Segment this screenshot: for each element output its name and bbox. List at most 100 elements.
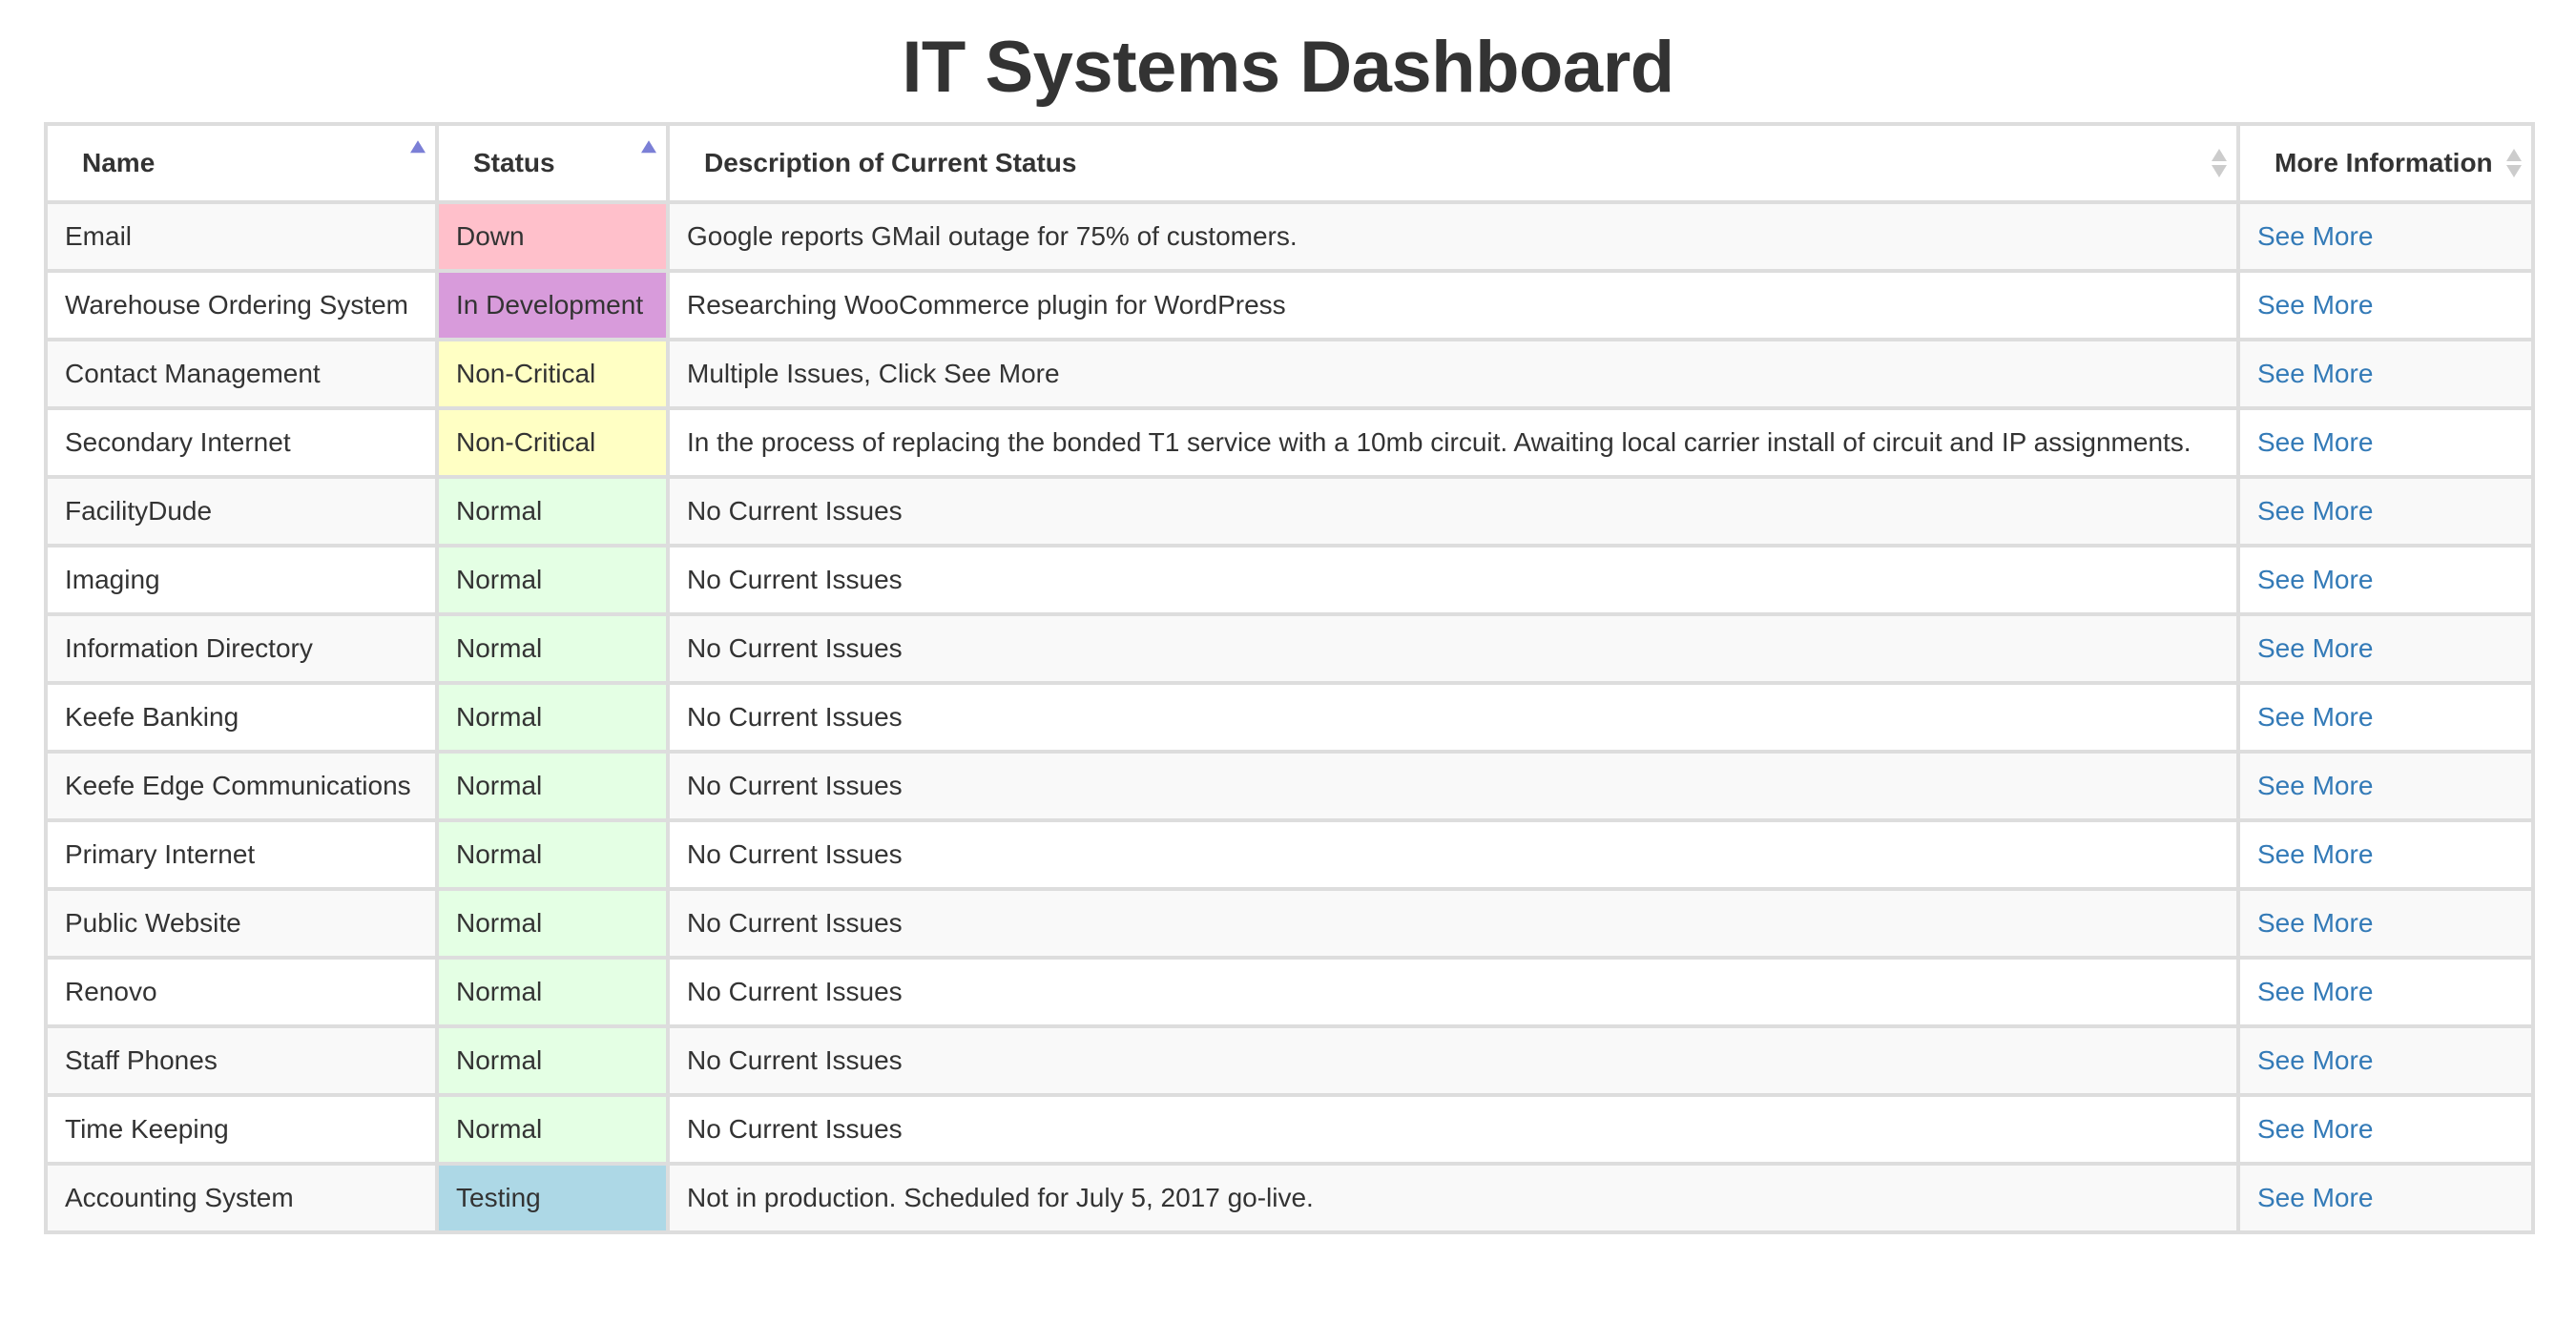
table-row: Secondary Internet Non-Critical In the pro…	[44, 406, 2535, 479]
see-more-link[interactable]: See More	[2257, 702, 2373, 732]
more-information-cell: See More	[2236, 200, 2535, 273]
description-cell: Researching WooCommerce plugin for WordP…	[666, 269, 2240, 341]
system-name-cell: Accounting System	[44, 1162, 439, 1234]
table-row: Warehouse Ordering System In Development R…	[44, 269, 2535, 341]
description-cell: No Current Issues	[666, 750, 2240, 822]
sort-ascending-icon	[410, 140, 426, 173]
system-name-cell: Public Website	[44, 887, 439, 960]
description-cell: No Current Issues	[666, 887, 2240, 960]
table-row: Public Website Normal No Current Issues See…	[44, 887, 2535, 960]
status-badge: Non-Critical	[435, 406, 670, 479]
table-row: Staff Phones Normal No Current Issues See M…	[44, 1024, 2535, 1097]
description-cell: No Current Issues	[666, 681, 2240, 754]
more-information-cell: See More	[2236, 956, 2535, 1028]
more-information-cell: See More	[2236, 406, 2535, 479]
table-row: Email Down Google reports GMail outage for…	[44, 200, 2535, 273]
table-row: Information Directory Normal No Current Is…	[44, 612, 2535, 685]
see-more-link[interactable]: See More	[2257, 633, 2373, 663]
more-information-cell: See More	[2236, 1024, 2535, 1097]
see-more-link[interactable]: See More	[2257, 427, 2373, 457]
system-name-cell: Keefe Banking	[44, 681, 439, 754]
status-badge: Normal	[435, 956, 670, 1028]
column-header-label: More Information	[2275, 148, 2493, 177]
see-more-link[interactable]: See More	[2257, 565, 2373, 594]
see-more-link[interactable]: See More	[2257, 1045, 2373, 1075]
description-cell: No Current Issues	[666, 1024, 2240, 1097]
more-information-cell: See More	[2236, 269, 2535, 341]
see-more-link[interactable]: See More	[2257, 908, 2373, 938]
status-badge: In Development	[435, 269, 670, 341]
column-header-label: Description of Current Status	[704, 148, 1077, 177]
column-header-name[interactable]: Name	[44, 122, 439, 204]
status-badge: Normal	[435, 1093, 670, 1166]
description-cell: No Current Issues	[666, 956, 2240, 1028]
column-header-label: Status	[473, 148, 555, 177]
column-header-label: Name	[82, 148, 156, 177]
see-more-link[interactable]: See More	[2257, 1183, 2373, 1212]
table-row: Keefe Edge Communications Normal No Curren…	[44, 750, 2535, 822]
status-badge: Normal	[435, 475, 670, 548]
table-row: Contact Management Non-Critical Multiple I…	[44, 338, 2535, 410]
systems-table: Name Status Description of Current Statu…	[44, 122, 2535, 1234]
more-information-cell: See More	[2236, 475, 2535, 548]
more-information-cell: See More	[2236, 612, 2535, 685]
page-title: IT Systems Dashboard	[902, 27, 1674, 108]
sort-ascending-icon	[641, 140, 656, 173]
status-badge: Normal	[435, 887, 670, 960]
system-name-cell: Primary Internet	[44, 818, 439, 891]
column-header-status[interactable]: Status	[435, 122, 670, 204]
description-cell: In the process of replacing the bonded T…	[666, 406, 2240, 479]
description-cell: No Current Issues	[666, 1093, 2240, 1166]
see-more-link[interactable]: See More	[2257, 839, 2373, 869]
description-cell: Multiple Issues, Click See More	[666, 338, 2240, 410]
status-badge: Normal	[435, 612, 670, 685]
status-badge: Normal	[435, 681, 670, 754]
sort-both-icon	[2212, 147, 2227, 179]
see-more-link[interactable]: See More	[2257, 1114, 2373, 1144]
system-name-cell: FacilityDude	[44, 475, 439, 548]
see-more-link[interactable]: See More	[2257, 771, 2373, 800]
status-badge: Down	[435, 200, 670, 273]
system-name-cell: Warehouse Ordering System	[44, 269, 439, 341]
see-more-link[interactable]: See More	[2257, 977, 2373, 1006]
system-name-cell: Imaging	[44, 544, 439, 616]
see-more-link[interactable]: See More	[2257, 359, 2373, 388]
table-row: Renovo Normal No Current Issues See More	[44, 956, 2535, 1028]
system-name-cell: Time Keeping	[44, 1093, 439, 1166]
more-information-cell: See More	[2236, 681, 2535, 754]
system-name-cell: Information Directory	[44, 612, 439, 685]
description-cell: Google reports GMail outage for 75% of c…	[666, 200, 2240, 273]
system-name-cell: Contact Management	[44, 338, 439, 410]
column-header-description[interactable]: Description of Current Status	[666, 122, 2240, 204]
system-name-cell: Email	[44, 200, 439, 273]
more-information-cell: See More	[2236, 1093, 2535, 1166]
status-badge: Non-Critical	[435, 338, 670, 410]
status-badge: Testing	[435, 1162, 670, 1234]
more-information-cell: See More	[2236, 544, 2535, 616]
description-cell: No Current Issues	[666, 818, 2240, 891]
table-header-row: Name Status Description of Current Statu…	[44, 122, 2535, 204]
more-information-cell: See More	[2236, 1162, 2535, 1234]
column-header-more-information[interactable]: More Information	[2236, 122, 2535, 204]
system-name-cell: Secondary Internet	[44, 406, 439, 479]
table-row: Keefe Banking Normal No Current Issues See …	[44, 681, 2535, 754]
status-badge: Normal	[435, 1024, 670, 1097]
description-cell: No Current Issues	[666, 544, 2240, 616]
status-badge: Normal	[435, 544, 670, 616]
sort-both-icon	[2506, 147, 2522, 179]
see-more-link[interactable]: See More	[2257, 290, 2373, 320]
see-more-link[interactable]: See More	[2257, 221, 2373, 251]
description-cell: No Current Issues	[666, 612, 2240, 685]
status-badge: Normal	[435, 818, 670, 891]
status-badge: Normal	[435, 750, 670, 822]
table-row: Accounting System Testing Not in productio…	[44, 1162, 2535, 1234]
description-cell: No Current Issues	[666, 475, 2240, 548]
table-row: Imaging Normal No Current Issues See More	[44, 544, 2535, 616]
more-information-cell: See More	[2236, 338, 2535, 410]
more-information-cell: See More	[2236, 887, 2535, 960]
more-information-cell: See More	[2236, 750, 2535, 822]
see-more-link[interactable]: See More	[2257, 496, 2373, 526]
system-name-cell: Renovo	[44, 956, 439, 1028]
table-row: FacilityDude Normal No Current Issues See M…	[44, 475, 2535, 548]
table-row: Time Keeping Normal No Current Issues See M…	[44, 1093, 2535, 1166]
